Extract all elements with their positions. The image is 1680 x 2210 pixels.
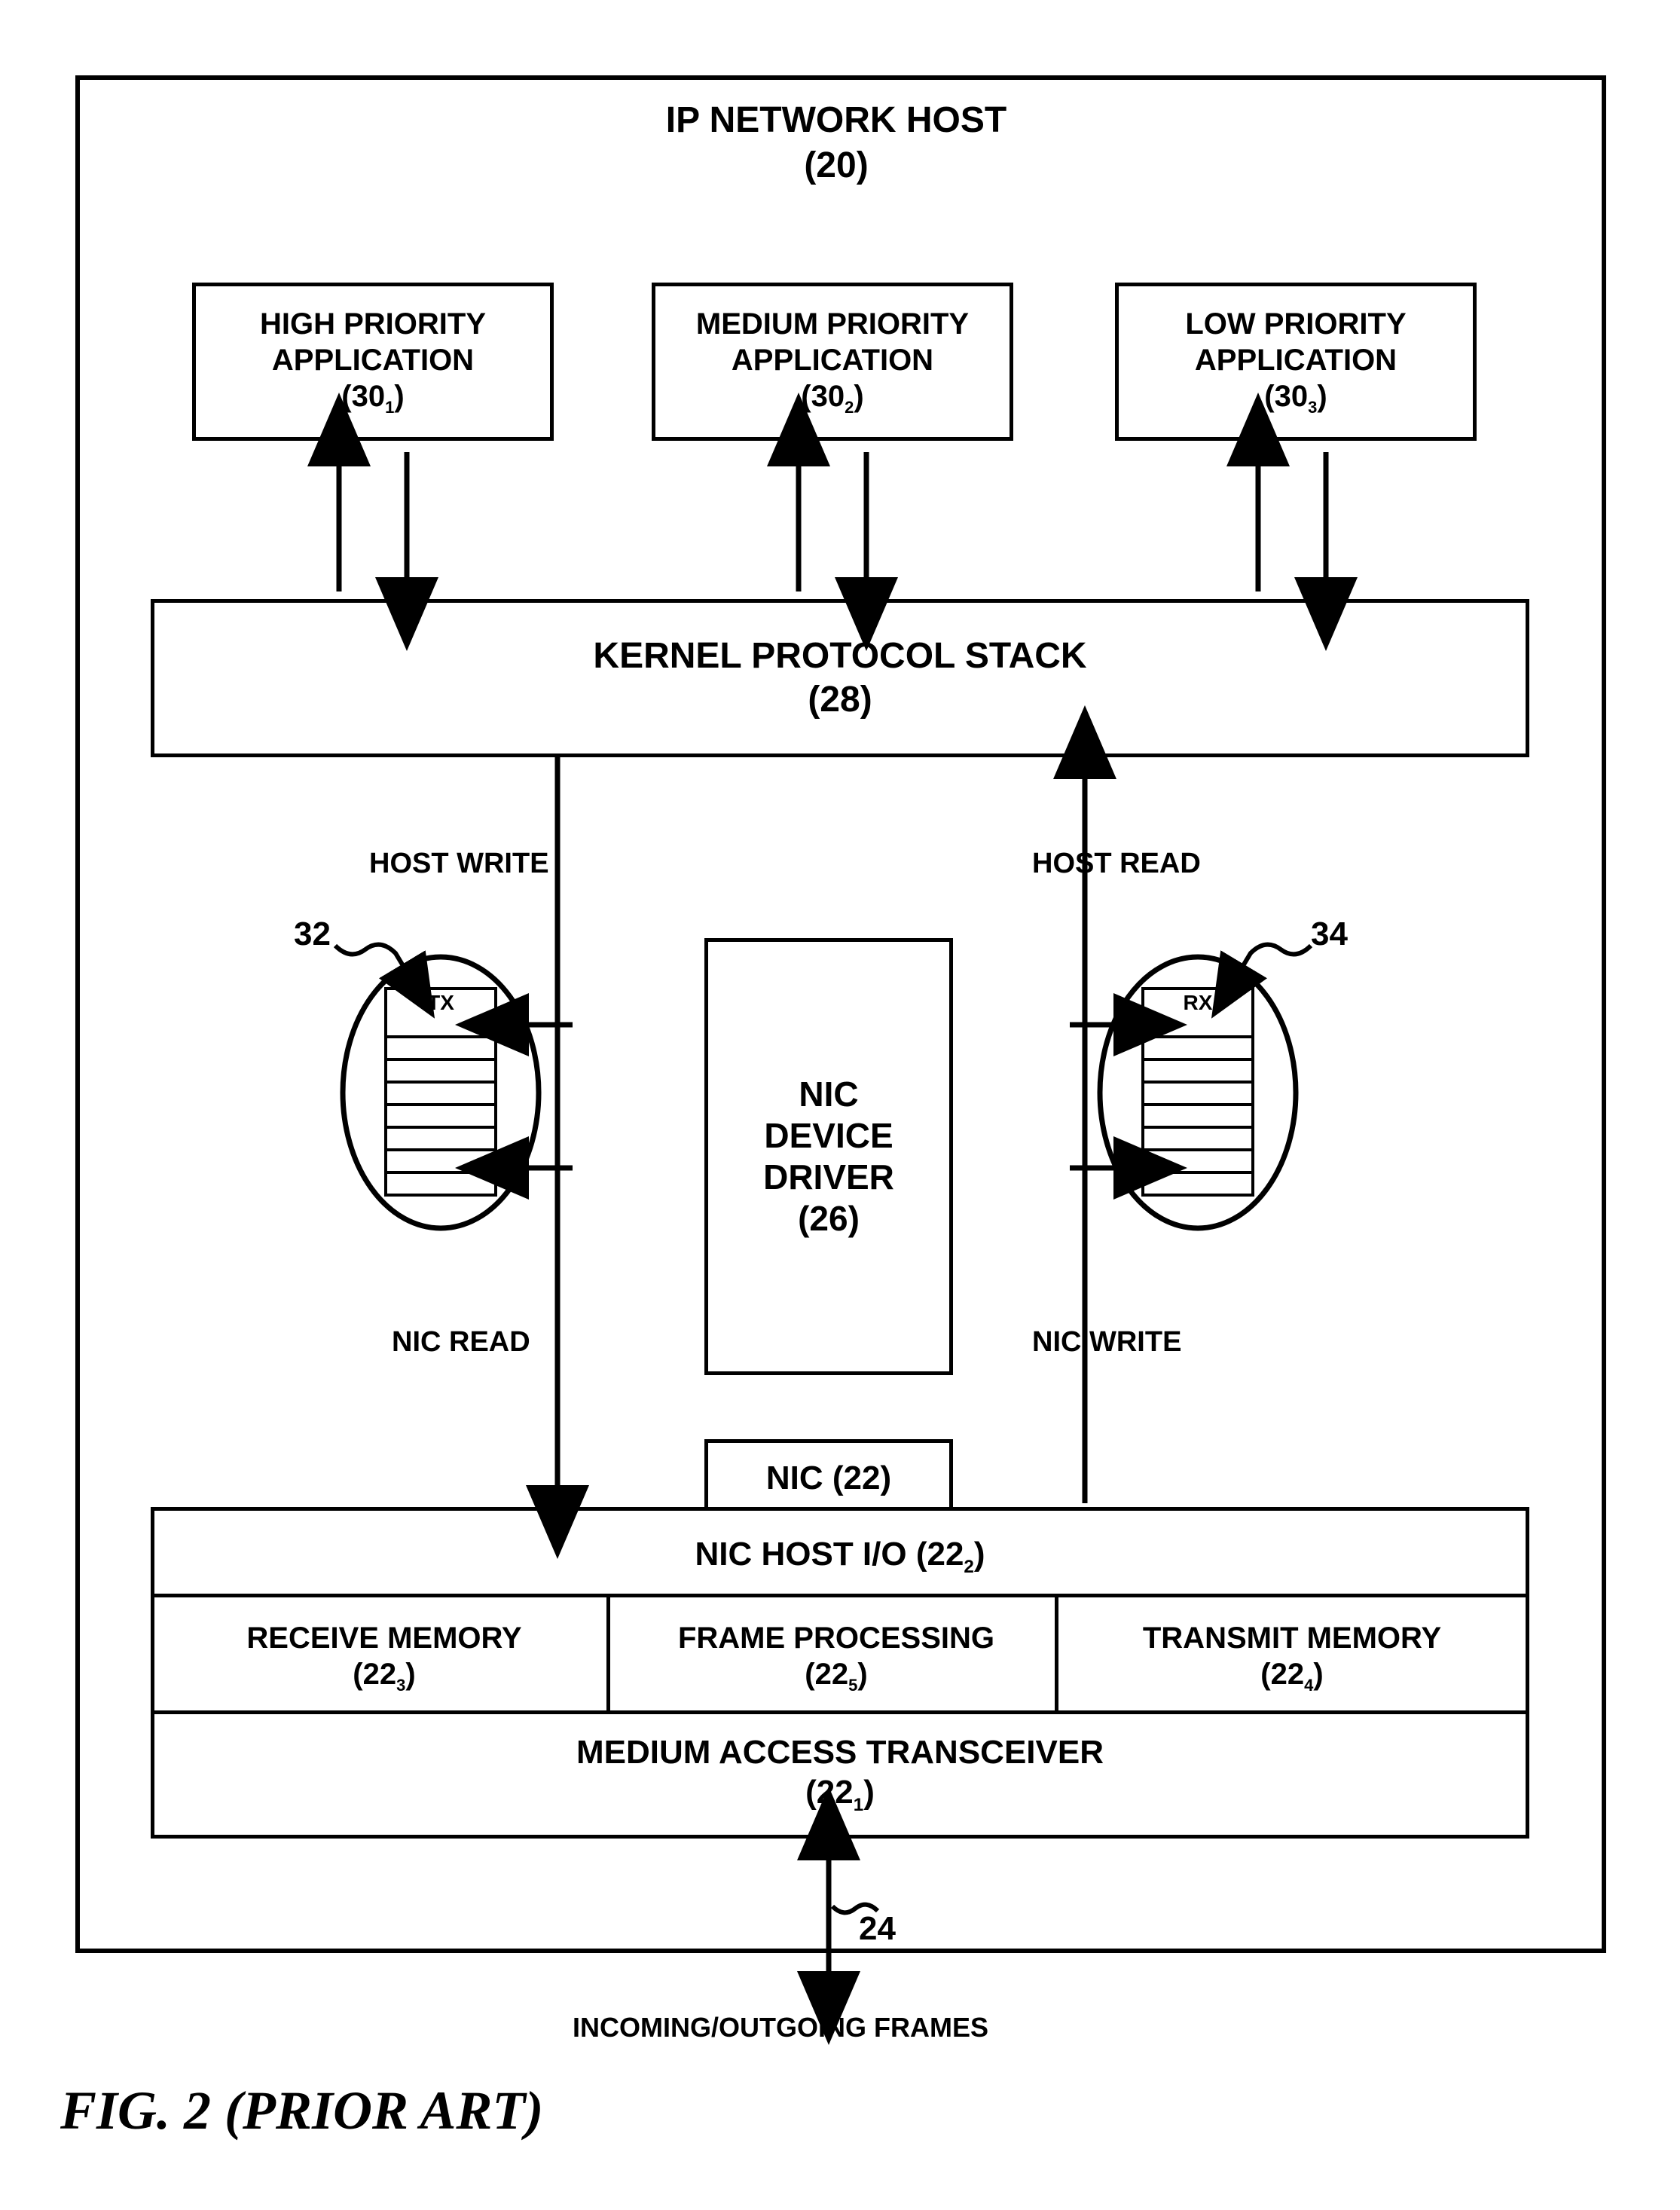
nic-frame-processing: FRAME PROCESSING (225) xyxy=(606,1594,1066,1722)
queue-slot xyxy=(384,1038,497,1061)
label-host-write: HOST WRITE xyxy=(369,848,549,880)
queue-slot xyxy=(1141,1016,1254,1038)
host-title: IP NETWORK HOST (20) xyxy=(75,98,1597,188)
queue-slot xyxy=(1141,1151,1254,1174)
app-low-priority: LOW PRIORITY APPLICATION (303) xyxy=(1115,283,1477,441)
queue-slot xyxy=(1141,1084,1254,1106)
nic-medium-access-transceiver: MEDIUM ACCESS TRANSCEIVER (221) xyxy=(151,1710,1529,1839)
label-host-read: HOST READ xyxy=(1032,848,1201,880)
diagram-canvas: IP NETWORK HOST (20) HIGH PRIORITY APPLI… xyxy=(30,30,1650,2178)
tx-queue-header: TX xyxy=(384,987,497,1016)
rx-queue-header: RX xyxy=(1141,987,1254,1016)
queue-slot xyxy=(384,1129,497,1151)
queue-slot xyxy=(1141,1061,1254,1084)
figure-caption: FIG. 2 (PRIOR ART) xyxy=(60,2080,543,2142)
app-high-priority: HIGH PRIORITY APPLICATION (301) xyxy=(192,283,554,441)
nic-tab: NIC (22) xyxy=(704,1439,953,1515)
rx-queue: RX xyxy=(1141,987,1254,1197)
queue-slot xyxy=(1141,1106,1254,1129)
label-nic-write: NIC WRITE xyxy=(1032,1326,1181,1359)
queue-slot xyxy=(384,1151,497,1174)
queue-slot xyxy=(384,1106,497,1129)
nic-receive-memory: RECEIVE MEMORY (223) xyxy=(151,1594,618,1722)
nic-transmit-memory: TRANSMIT MEMORY (224) xyxy=(1055,1594,1529,1722)
app-medium-priority: MEDIUM PRIORITY APPLICATION (302) xyxy=(652,283,1013,441)
queue-slot xyxy=(1141,1174,1254,1197)
queue-slot xyxy=(384,1016,497,1038)
queue-slot xyxy=(1141,1038,1254,1061)
queue-slot xyxy=(1141,1129,1254,1151)
tx-ref-label: 32 xyxy=(294,915,331,953)
bottom-ref-label: 24 xyxy=(859,1910,896,1948)
queue-slot xyxy=(384,1084,497,1106)
label-nic-read: NIC READ xyxy=(392,1326,530,1359)
label-incoming-outgoing: INCOMING/OUTGOING FRAMES xyxy=(573,2012,988,2043)
rx-ref-label: 34 xyxy=(1311,915,1348,953)
queue-slot xyxy=(384,1174,497,1197)
nic-host-io: NIC HOST I/O (222) xyxy=(151,1507,1529,1605)
tx-queue: TX xyxy=(384,987,497,1197)
queue-slot xyxy=(384,1061,497,1084)
kernel-protocol-stack: KERNEL PROTOCOL STACK (28) xyxy=(151,599,1529,757)
nic-device-driver: NIC DEVICE DRIVER (26) xyxy=(704,938,953,1375)
